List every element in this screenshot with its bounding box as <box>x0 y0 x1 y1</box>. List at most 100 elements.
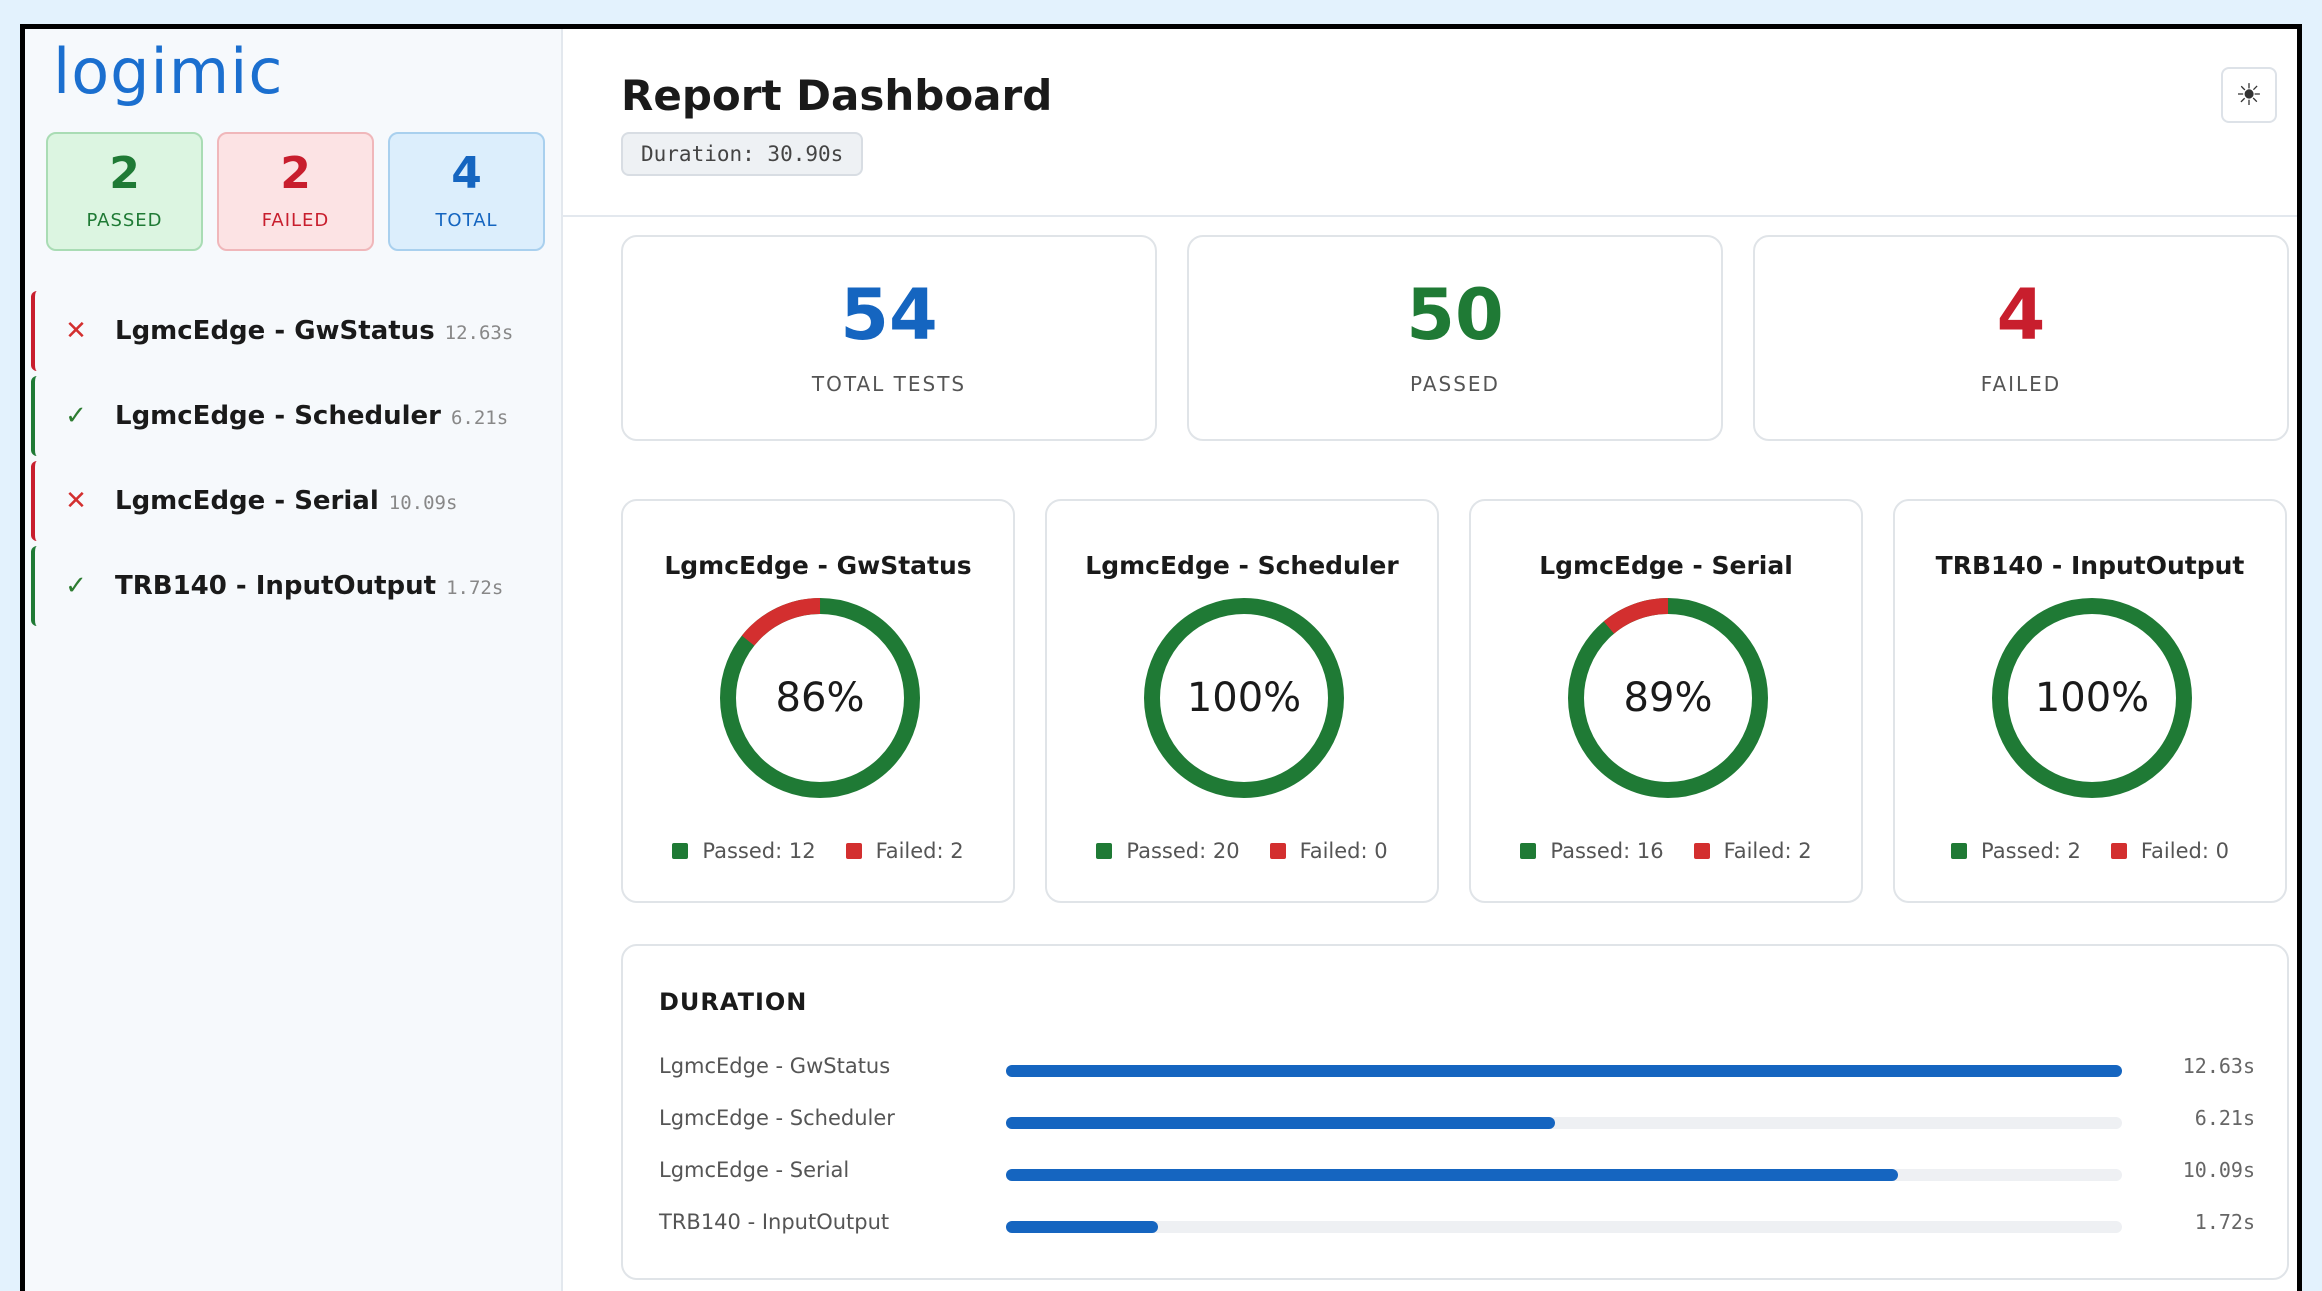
total-duration-badge: Duration: 30.90s <box>621 132 864 176</box>
suite-time: 6.21s <box>450 407 509 429</box>
suite-time: 1.72s <box>446 577 504 599</box>
legend-failed: Failed: 0 <box>1269 839 1388 863</box>
duration-value: 6.21s <box>2194 1106 2255 1130</box>
failed-swatch <box>1693 843 1710 859</box>
passed-count: 2 <box>109 148 140 199</box>
summary-card-passed: 50 PASSED <box>1187 235 1723 441</box>
duration-bar <box>1006 1065 2122 1077</box>
legend-failed: Failed: 2 <box>1693 839 1812 863</box>
failed-count-card[interactable]: 2 FAILED <box>217 132 374 251</box>
passed-swatch <box>1951 843 1968 859</box>
page-title: Report Dashboard <box>621 71 1053 120</box>
summary-label: FAILED <box>1980 372 2062 396</box>
legend-passed-label: Passed: 20 <box>1126 839 1240 863</box>
summary-label: TOTAL TESTS <box>811 372 967 396</box>
donut-legend: Passed: 2 Failed: 0 <box>1895 839 2285 863</box>
donut-percent: 89% <box>1623 675 1713 721</box>
summary-label: PASSED <box>1410 372 1500 396</box>
duration-label: LgmcEdge - Serial <box>659 1158 850 1182</box>
donut-legend: Passed: 12 Failed: 2 <box>623 839 1013 863</box>
passed-count-label: PASSED <box>86 210 163 231</box>
duration-track <box>1006 1065 2122 1077</box>
donut-percent: 100% <box>1186 675 1302 721</box>
suite-item-inputoutput[interactable]: ✓ TRB140 - InputOutput 1.72s <box>31 546 551 626</box>
check-icon: ✓ <box>65 401 87 431</box>
legend-failed-label: Failed: 0 <box>2140 839 2229 863</box>
duration-label: LgmcEdge - GwStatus <box>659 1054 891 1078</box>
legend-passed-label: Passed: 2 <box>1981 839 2081 863</box>
duration-bar <box>1006 1169 1898 1181</box>
sun-icon: ☀ <box>2235 78 2263 112</box>
suite-item-serial[interactable]: ✕ LgmcEdge - Serial 10.09s <box>31 461 551 541</box>
theme-toggle-button[interactable]: ☀ <box>2221 67 2277 123</box>
donut-card-scheduler: LgmcEdge - Scheduler 100% Passed: 20 Fai… <box>1045 499 1439 903</box>
duration-row: LgmcEdge - Serial 10.09s <box>659 1158 2255 1188</box>
passed-swatch <box>672 843 689 859</box>
suite-donut-charts: LgmcEdge - GwStatus 86% Passed: 12 Faile… <box>621 499 2287 903</box>
legend-failed: Failed: 0 <box>2110 839 2229 863</box>
sidebar-stats: 2 PASSED 2 FAILED 4 TOTAL <box>46 132 545 251</box>
legend-passed-label: Passed: 16 <box>1550 839 1664 863</box>
summary-cards: 54 TOTAL TESTS 50 PASSED 4 FAILED <box>621 235 2289 441</box>
duration-label: TRB140 - InputOutput <box>659 1210 890 1234</box>
donut-card-inputoutput: TRB140 - InputOutput 100% Passed: 2 Fail… <box>1893 499 2287 903</box>
donut-legend: Passed: 16 Failed: 2 <box>1471 839 1861 863</box>
summary-card-total: 54 TOTAL TESTS <box>621 235 1157 441</box>
donut-title: LgmcEdge - GwStatus <box>664 551 972 580</box>
summary-value: 54 <box>840 274 938 356</box>
suite-name: LgmcEdge - Scheduler <box>115 401 441 431</box>
legend-passed: Passed: 16 <box>1520 839 1664 863</box>
suite-name: TRB140 - InputOutput <box>115 571 437 601</box>
duration-value: 1.72s <box>2194 1210 2255 1234</box>
duration-label: LgmcEdge - Scheduler <box>659 1106 895 1130</box>
duration-chart: DURATION LgmcEdge - GwStatus 12.63s Lgmc… <box>621 944 2289 1280</box>
duration-row: LgmcEdge - Scheduler 6.21s <box>659 1106 2255 1136</box>
donut-card-gwstatus: LgmcEdge - GwStatus 86% Passed: 12 Faile… <box>621 499 1015 903</box>
suite-item-scheduler[interactable]: ✓ LgmcEdge - Scheduler 6.21s <box>31 376 551 456</box>
legend-passed-label: Passed: 12 <box>702 839 816 863</box>
passed-swatch <box>1096 843 1113 859</box>
duration-track <box>1006 1221 2122 1233</box>
summary-value: 50 <box>1406 274 1504 356</box>
duration-bar <box>1006 1221 1158 1233</box>
donut-percent: 86% <box>775 675 865 721</box>
duration-bar <box>1006 1117 1555 1129</box>
page-header: Report Dashboard Duration: 30.90s ☀ <box>563 29 2297 217</box>
passed-count-card[interactable]: 2 PASSED <box>46 132 203 251</box>
legend-failed-label: Failed: 2 <box>1723 839 1812 863</box>
check-icon: ✓ <box>65 571 87 601</box>
legend-failed-label: Failed: 0 <box>1299 839 1388 863</box>
total-count-card[interactable]: 4 TOTAL <box>388 132 545 251</box>
duration-track <box>1006 1169 2122 1181</box>
summary-card-failed: 4 FAILED <box>1753 235 2289 441</box>
x-icon: ✕ <box>65 486 87 516</box>
failed-swatch <box>845 843 862 859</box>
donut-card-serial: LgmcEdge - Serial 89% Passed: 16 Failed:… <box>1469 499 1863 903</box>
x-icon: ✕ <box>65 316 87 346</box>
legend-failed-label: Failed: 2 <box>875 839 964 863</box>
duration-row: LgmcEdge - GwStatus 12.63s <box>659 1054 2255 1084</box>
donut-title: TRB140 - InputOutput <box>1935 551 2245 580</box>
donut-title: LgmcEdge - Serial <box>1539 551 1793 580</box>
duration-value: 10.09s <box>2182 1158 2255 1182</box>
app-window: logimic 2 PASSED 2 FAILED 4 TOTAL ✕ Lgmc… <box>20 24 2302 1291</box>
failed-swatch <box>1269 843 1286 859</box>
logo: logimic <box>53 35 284 108</box>
total-count: 4 <box>451 148 482 199</box>
suite-time: 10.09s <box>388 492 458 514</box>
failed-swatch <box>2110 843 2127 859</box>
suite-item-gwstatus[interactable]: ✕ LgmcEdge - GwStatus 12.63s <box>31 291 551 371</box>
summary-value: 4 <box>1996 274 2046 356</box>
total-count-label: TOTAL <box>435 210 498 231</box>
legend-failed: Failed: 2 <box>845 839 964 863</box>
sidebar: logimic 2 PASSED 2 FAILED 4 TOTAL ✕ Lgmc… <box>25 29 563 1291</box>
donut-percent: 100% <box>2034 675 2150 721</box>
suite-time: 12.63s <box>444 322 514 344</box>
duration-row: TRB140 - InputOutput 1.72s <box>659 1210 2255 1240</box>
donut-title: LgmcEdge - Scheduler <box>1085 551 1399 580</box>
suite-name: LgmcEdge - Serial <box>115 486 379 516</box>
legend-passed: Passed: 20 <box>1096 839 1240 863</box>
passed-swatch <box>1520 843 1537 859</box>
legend-passed: Passed: 2 <box>1951 839 2081 863</box>
duration-title: DURATION <box>659 988 808 1016</box>
